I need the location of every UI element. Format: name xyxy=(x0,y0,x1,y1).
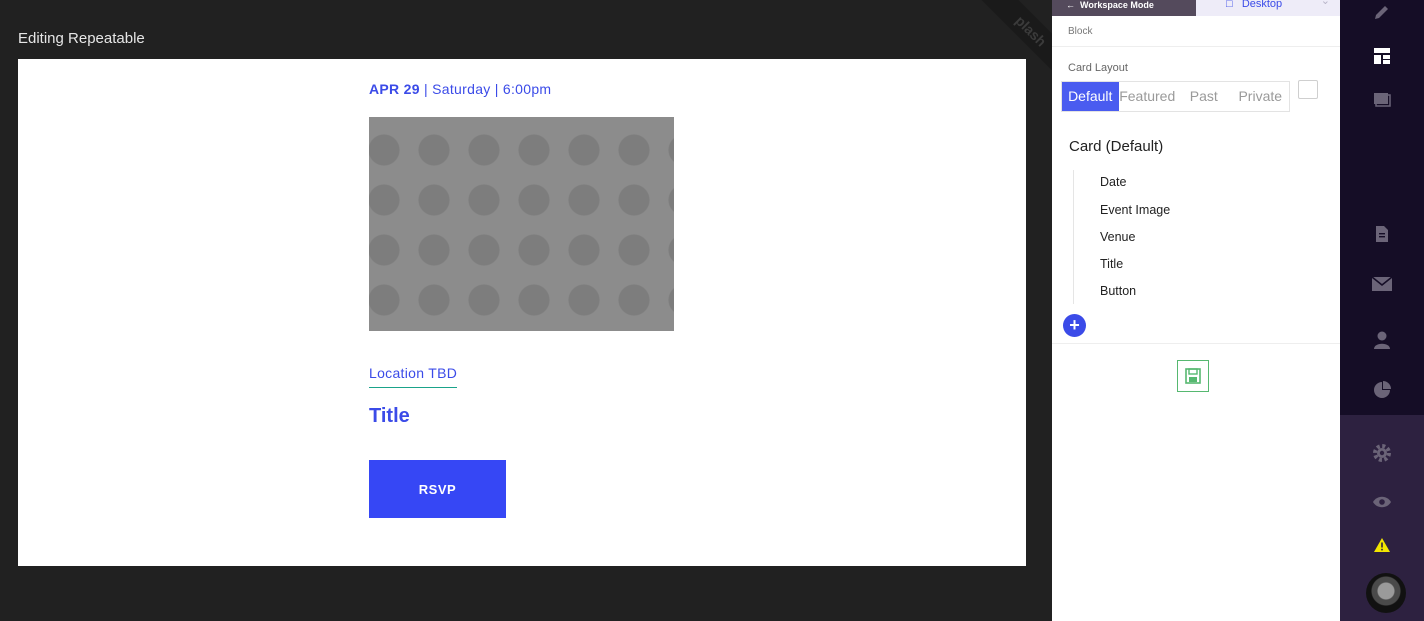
device-tab[interactable]: □ Desktop ⌄ xyxy=(1196,0,1340,16)
workspace-mode-label: Workspace Mode xyxy=(1080,0,1154,10)
settings-panel: ← Workspace Mode □ Desktop ⌄ Block Card … xyxy=(1052,0,1340,621)
laptop-icon: □ xyxy=(1226,0,1242,10)
gear-icon[interactable] xyxy=(1370,441,1394,465)
avatar[interactable] xyxy=(1366,573,1406,613)
layout-option-private[interactable]: Private xyxy=(1232,82,1290,111)
device-label: Desktop xyxy=(1241,0,1283,10)
user-icon[interactable] xyxy=(1370,328,1394,352)
pencil-icon[interactable] xyxy=(1370,0,1394,24)
chevron-down-icon[interactable]: ⌄ xyxy=(1321,0,1330,7)
workspace-mode-tab[interactable]: ← Workspace Mode xyxy=(1052,0,1196,16)
save-icon xyxy=(1185,368,1201,384)
event-title[interactable]: Title xyxy=(369,405,410,428)
event-venue[interactable]: Location TBD xyxy=(369,365,458,388)
layout-option-featured[interactable]: Featured xyxy=(1119,82,1177,111)
mail-icon[interactable] xyxy=(1370,272,1394,296)
back-arrow-icon: ← xyxy=(1066,0,1081,10)
layout-icon[interactable] xyxy=(1370,44,1394,68)
event-date[interactable]: APR 29 | Saturday | 6:00pm xyxy=(369,81,551,97)
more-options-button[interactable] xyxy=(1298,80,1318,99)
warning-icon[interactable] xyxy=(1370,533,1394,557)
card-preview: APR 29 | Saturday | 6:00pm Location TBD … xyxy=(18,59,1026,566)
card-layout-label: Card Layout xyxy=(1068,62,1128,74)
divider xyxy=(1052,46,1340,47)
element-item-venue[interactable]: Venue xyxy=(1100,230,1135,244)
pie-chart-icon[interactable] xyxy=(1370,378,1394,402)
layout-option-past[interactable]: Past xyxy=(1176,82,1232,111)
eye-icon[interactable] xyxy=(1370,490,1394,514)
event-date-time: | Saturday | 6:00pm xyxy=(419,81,552,97)
canvas-title: Editing Repeatable xyxy=(18,30,145,47)
element-item-title[interactable]: Title xyxy=(1100,257,1123,271)
add-element-button[interactable]: + xyxy=(1063,314,1086,337)
gallery-icon[interactable] xyxy=(1370,87,1394,111)
event-image[interactable] xyxy=(369,117,674,331)
element-item-event-image[interactable]: Event Image xyxy=(1100,203,1170,217)
save-button[interactable] xyxy=(1177,360,1209,392)
icon-rail xyxy=(1340,0,1424,621)
event-date-day: APR 29 xyxy=(369,81,420,97)
document-icon[interactable] xyxy=(1370,222,1394,246)
layout-option-default[interactable]: Default xyxy=(1062,82,1119,111)
tree-line xyxy=(1073,170,1074,304)
divider xyxy=(1052,343,1340,344)
rsvp-button[interactable]: RSVP xyxy=(369,460,506,518)
card-heading: Card (Default) xyxy=(1069,138,1164,155)
card-layout-selector: Default Featured Past Private xyxy=(1061,81,1290,112)
block-label: Block xyxy=(1068,26,1093,37)
element-item-date[interactable]: Date xyxy=(1100,175,1126,189)
element-item-button[interactable]: Button xyxy=(1100,284,1136,298)
